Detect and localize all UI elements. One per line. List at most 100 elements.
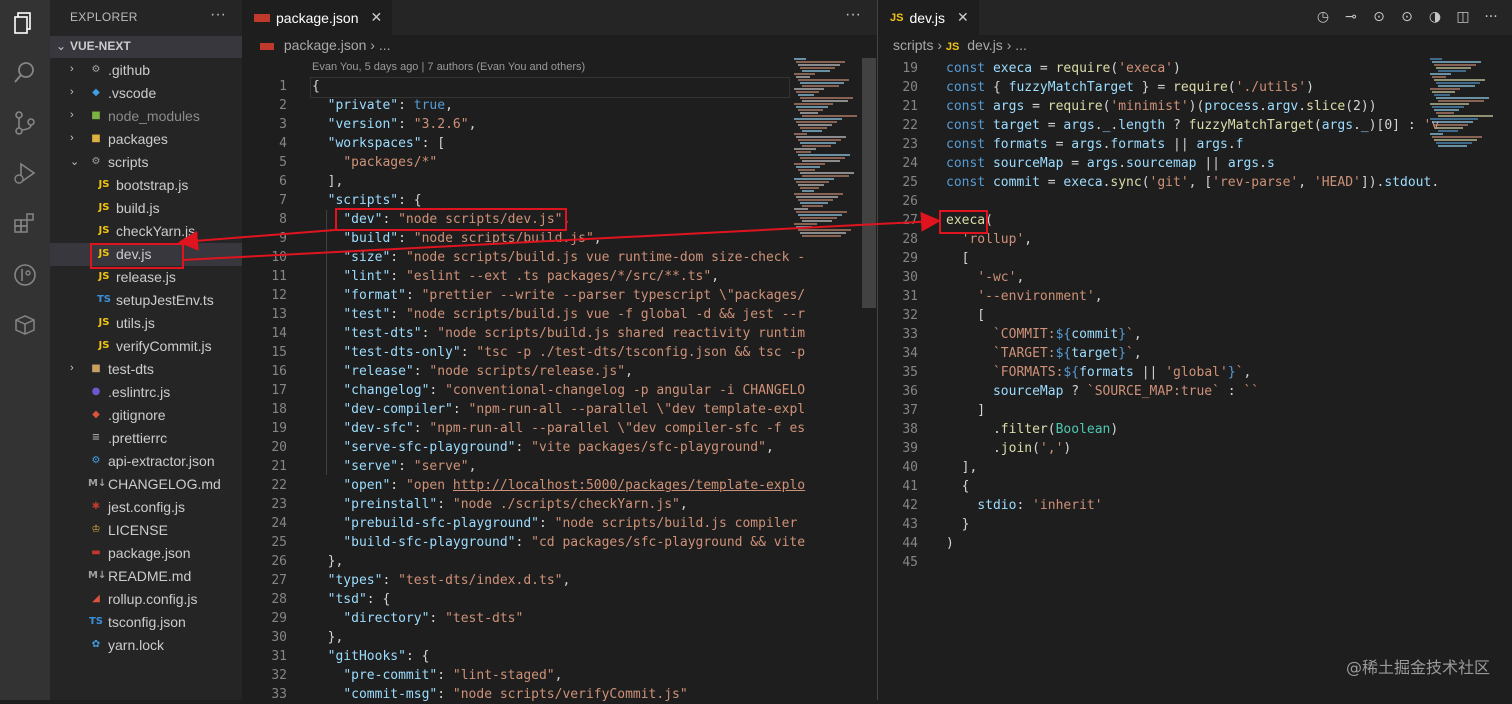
tree-item[interactable]: ≡ .prettierrc	[50, 427, 242, 450]
git-next-change-icon[interactable]: ⊙	[1398, 8, 1416, 26]
remote-explorer-icon[interactable]	[12, 312, 38, 338]
breadcrumb-symbol[interactable]: ...	[379, 37, 391, 53]
tab-dev-js[interactable]: JS dev.js ✕	[878, 0, 979, 35]
split-editor-icon[interactable]: ◫	[1454, 8, 1472, 26]
minimap-line	[798, 229, 851, 231]
minimap-line	[794, 58, 806, 60]
breadcrumb-file[interactable]: dev.js	[967, 37, 1003, 53]
timeline-icon[interactable]: ◷	[1314, 8, 1332, 26]
breadcrumb-file[interactable]: package.json	[284, 37, 367, 53]
tree-item[interactable]: JS bootstrap.js	[50, 174, 242, 197]
tree-item[interactable]: ⌄ ⚙ scripts	[50, 151, 242, 174]
tree-item[interactable]: ◢ rollup.config.js	[50, 588, 242, 611]
minimap-line	[1436, 142, 1472, 144]
json-file-icon: ⚙	[91, 455, 101, 466]
line-number: 44	[902, 536, 918, 551]
git-blame-annotation: Evan You, 5 days ago | 7 authors (Evan Y…	[312, 61, 586, 73]
git-prev-change-icon[interactable]: ⊸	[1342, 8, 1360, 26]
tree-item[interactable]: ♔ LICENSE	[50, 519, 242, 542]
tree-item[interactable]: JS build.js	[50, 197, 242, 220]
code-line: "changelog": "conventional-changelog -p …	[343, 383, 806, 398]
tree-item[interactable]: ✿ yarn.lock	[50, 634, 242, 657]
tree-item[interactable]: › ⚙ .github	[50, 59, 242, 82]
explorer-icon[interactable]	[12, 10, 38, 36]
line-number: 23	[271, 497, 287, 512]
tree-item[interactable]: ▬ package.json	[50, 542, 242, 565]
explorer-title: EXPLORER	[70, 10, 138, 24]
line-number: 31	[902, 289, 918, 304]
minimap-right[interactable]	[1426, 58, 1493, 538]
npm-file-icon	[260, 42, 274, 50]
tree-item[interactable]: › ■ test-dts	[50, 358, 242, 381]
minimap-line	[802, 115, 857, 117]
line-number: 27	[902, 213, 918, 228]
line-number: 8	[279, 212, 287, 227]
chevron-right-icon[interactable]: ›	[70, 63, 74, 75]
tree-item[interactable]: › ◆ .vscode	[50, 82, 242, 105]
code-line: "build": "node scripts/build.js",	[343, 231, 602, 246]
tree-item[interactable]: M↓ README.md	[50, 565, 242, 588]
line-number: 17	[271, 383, 287, 398]
tree-item[interactable]: › ■ node_modules	[50, 105, 242, 128]
more-actions-icon[interactable]: ···	[845, 6, 861, 24]
git-graph-icon[interactable]	[12, 262, 38, 288]
js-file-icon: JS	[890, 11, 904, 24]
code-line: "packages/*"	[343, 155, 438, 170]
node-folder-icon: ■	[91, 110, 101, 121]
scrollbar-left[interactable]	[862, 58, 876, 308]
minimap-line	[798, 169, 815, 171]
source-control-icon[interactable]	[12, 110, 38, 136]
line-number: 40	[902, 460, 918, 475]
open-changes-icon[interactable]: ◑	[1426, 8, 1444, 26]
code-line: "version": "3.2.6",	[327, 117, 477, 132]
chevron-right-icon[interactable]: ›	[70, 86, 74, 98]
tree-item[interactable]: ⚙ api-extractor.json	[50, 450, 242, 473]
tree-item[interactable]: M↓ CHANGELOG.md	[50, 473, 242, 496]
line-number: 43	[902, 517, 918, 532]
tree-item[interactable]: ◆ .gitignore	[50, 404, 242, 427]
workspace-root[interactable]: ⌄ VUE-NEXT	[50, 36, 242, 58]
tree-item[interactable]: JS utils.js	[50, 312, 242, 335]
minimap-line	[796, 211, 847, 213]
tree-item[interactable]: JS verifyCommit.js	[50, 335, 242, 358]
minimap-line	[794, 103, 833, 105]
tab-label: dev.js	[909, 9, 946, 26]
code-line: "private": true,	[327, 98, 453, 113]
highlight-dev-script	[335, 208, 567, 231]
git-commit-icon[interactable]: ⊙	[1370, 8, 1388, 26]
extensions-icon[interactable]	[12, 210, 38, 236]
minimap-line	[1436, 67, 1471, 69]
close-icon[interactable]: ✕	[957, 9, 969, 26]
breadcrumb-symbol[interactable]: ...	[1015, 37, 1027, 53]
code-line: },	[312, 554, 344, 569]
minimap-line	[1434, 64, 1476, 66]
tree-item[interactable]: TS setupJestEnv.ts	[50, 289, 242, 312]
line-number: 3	[279, 117, 287, 132]
chevron-right-icon[interactable]: ›	[70, 362, 74, 374]
more-actions-icon[interactable]: ···	[1482, 8, 1500, 26]
code-line: const sourceMap = args.sourcemap || args…	[946, 156, 1275, 171]
tree-item[interactable]: TS tsconfig.json	[50, 611, 242, 634]
tree-item[interactable]: ✱ jest.config.js	[50, 496, 242, 519]
tree-item[interactable]: JS release.js	[50, 266, 242, 289]
line-number: 33	[902, 327, 918, 342]
minimap-line	[796, 91, 819, 93]
code-line: [	[946, 251, 970, 266]
close-icon[interactable]: ✕	[371, 9, 383, 26]
more-actions-icon[interactable]: ···	[210, 6, 226, 24]
tree-item[interactable]: JS checkYarn.js	[50, 220, 242, 243]
breadcrumb-folder[interactable]: scripts	[893, 37, 933, 53]
tab-package-json[interactable]: package.json ✕	[242, 0, 393, 35]
minimap-line	[1438, 145, 1467, 147]
search-icon[interactable]	[12, 60, 38, 86]
tree-item[interactable]: › ■ packages	[50, 128, 242, 151]
minimap-left[interactable]	[790, 58, 857, 538]
run-debug-icon[interactable]	[12, 160, 38, 186]
chevron-right-icon[interactable]: ›	[70, 109, 74, 121]
chevron-down-icon[interactable]: ⌄	[70, 155, 79, 168]
tree-item[interactable]: ● .eslintrc.js	[50, 381, 242, 404]
line-number: 38	[902, 422, 918, 437]
chevron-right-icon[interactable]: ›	[70, 132, 74, 144]
minimap-line	[800, 202, 828, 204]
code-line: .filter(Boolean)	[946, 422, 1119, 437]
